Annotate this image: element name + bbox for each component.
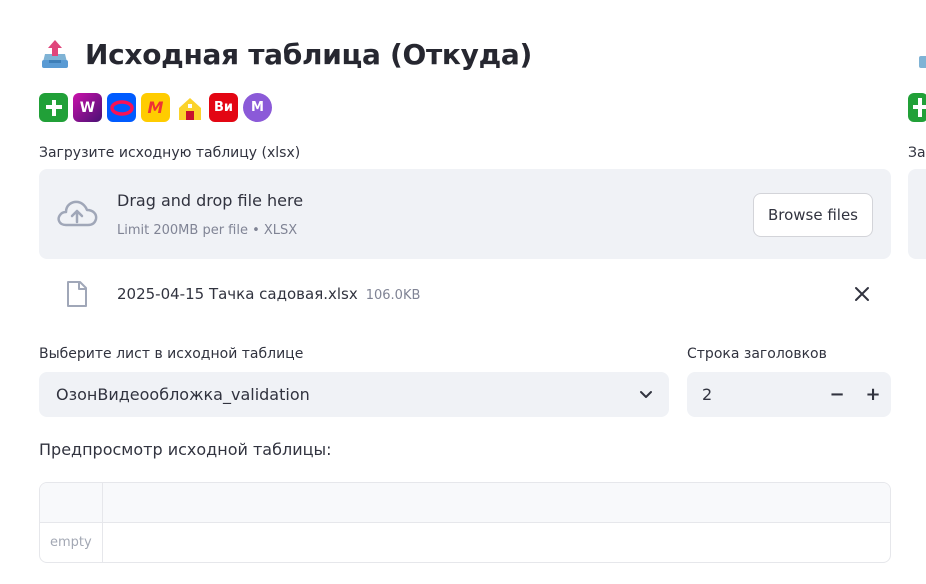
yandex-market-letter: M — [147, 98, 164, 117]
file-dropzone[interactable]: Drag and drop file here Limit 200MB per … — [39, 169, 891, 259]
page-title: Исходная таблица (Откуда) — [39, 34, 532, 74]
file-size: 106.0KB — [365, 288, 421, 303]
dataframe-header — [40, 483, 890, 523]
index-column-divider — [102, 483, 103, 562]
file-icon — [65, 280, 89, 308]
remove-file-icon[interactable] — [851, 283, 873, 305]
home-marketplace-icon[interactable] — [175, 93, 204, 122]
ozon-icon[interactable] — [107, 93, 136, 122]
megamarket-letter: M — [251, 100, 264, 115]
header-row-value[interactable]: 2 — [702, 385, 712, 404]
target-table-column-peek: Заг — [908, 0, 926, 584]
target-plus-marketplace-icon[interactable] — [908, 93, 926, 122]
increment-button[interactable]: + — [859, 380, 887, 408]
vseinstrumenti-letters: Ви — [213, 100, 234, 115]
megamarket-icon[interactable]: M — [243, 93, 272, 122]
wildberries-letter: W — [79, 99, 96, 116]
uploaded-file-row: 2025-04-15 Тачка садовая.xlsx 106.0KB — [39, 276, 891, 312]
cloud-upload-icon — [55, 197, 99, 229]
browse-files-button[interactable]: Browse files — [752, 193, 873, 237]
vseinstrumenti-icon[interactable]: Ви — [209, 93, 238, 122]
uploaded-file-name: 2025-04-15 Тачка садовая.xlsx 106.0KB — [117, 285, 420, 303]
page-title-text: Исходная таблица (Откуда) — [85, 37, 532, 71]
sheet-select[interactable]: ОзонВидеообложка_validation — [39, 372, 669, 417]
decrement-button[interactable]: − — [823, 380, 851, 408]
dropzone-limit: Limit 200MB per file • XLSX — [117, 223, 298, 238]
preview-label: Предпросмотр исходной таблицы: — [39, 440, 332, 459]
dropzone-instructions: Drag and drop file here — [117, 191, 304, 210]
chevron-down-icon — [637, 385, 655, 403]
target-dropzone[interactable] — [908, 169, 926, 259]
preview-dataframe[interactable]: empty — [39, 482, 891, 563]
wildberries-icon[interactable]: W — [73, 93, 102, 122]
sheet-select-label: Выберите лист в исходной таблице — [39, 346, 304, 362]
uploader-label: Загрузите исходную таблицу (xlsx) — [39, 145, 301, 161]
target-title-icon — [916, 42, 926, 75]
marketplace-icons: W M Ви M — [39, 93, 272, 122]
sheet-select-value: ОзонВидеообложка_validation — [56, 385, 310, 404]
header-row-label: Строка заголовков — [687, 346, 827, 362]
inbox-tray-upload-icon — [39, 38, 71, 70]
target-uploader-label: Заг — [908, 145, 926, 161]
file-name-text: 2025-04-15 Тачка садовая.xlsx — [117, 285, 358, 303]
yandex-market-icon[interactable]: M — [141, 93, 170, 122]
dataframe-empty-text: empty — [50, 535, 92, 550]
plus-marketplace-icon[interactable] — [39, 93, 68, 122]
header-row-stepper[interactable]: 2 − + — [687, 372, 891, 417]
